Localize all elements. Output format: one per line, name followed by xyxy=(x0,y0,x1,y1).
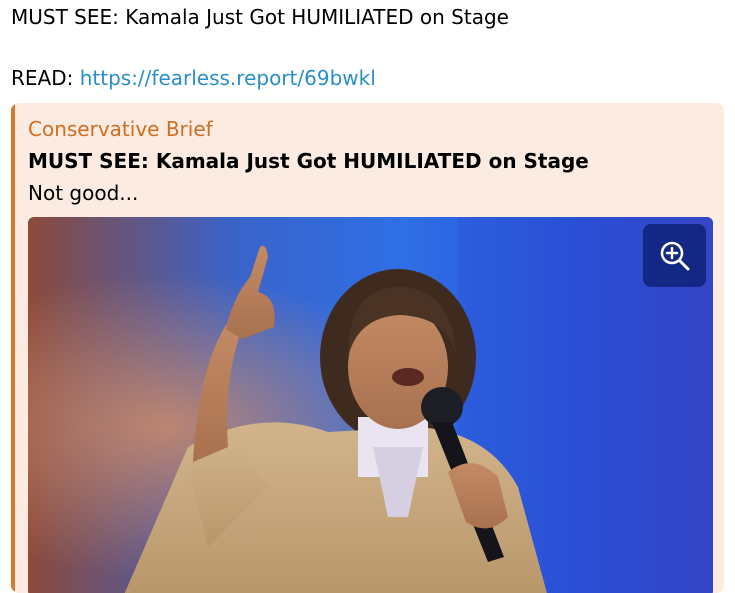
preview-title: MUST SEE: Kamala Just Got HUMILIATED on … xyxy=(28,149,589,173)
message-title: MUST SEE: Kamala Just Got HUMILIATED on … xyxy=(11,5,509,29)
read-label: READ: xyxy=(11,66,80,90)
article-link[interactable]: https://fearless.report/69bwkl xyxy=(80,66,376,90)
link-preview-card[interactable]: Conservative Brief MUST SEE: Kamala Just… xyxy=(11,103,724,593)
zoom-in-icon xyxy=(660,241,690,271)
preview-site-name: Conservative Brief xyxy=(28,117,213,141)
preview-accent-bar xyxy=(11,103,15,593)
message-read-line: READ: https://fearless.report/69bwkl xyxy=(11,64,376,92)
zoom-button[interactable] xyxy=(643,224,706,287)
speaker-photo xyxy=(28,217,713,593)
preview-description: Not good... xyxy=(28,181,139,205)
preview-image[interactable] xyxy=(28,217,713,593)
